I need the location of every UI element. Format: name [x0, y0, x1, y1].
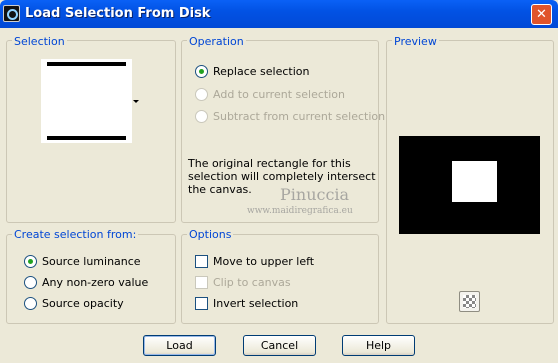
subtract-selection-label: Subtract from current selection [213, 110, 386, 123]
proof-button[interactable] [459, 291, 480, 312]
add-to-selection-radio: Add to current selection [195, 87, 345, 102]
selection-dropdown-arrow-icon[interactable] [133, 100, 139, 103]
operation-legend: Operation [187, 35, 246, 48]
thumbnail-bottom-bar [47, 136, 126, 140]
any-nonzero-radio[interactable]: Any non-zero value [24, 275, 148, 290]
replace-selection-label: Replace selection [213, 65, 310, 78]
app-icon [3, 5, 20, 22]
move-to-upper-left-checkbox[interactable]: Move to upper left [195, 254, 314, 269]
options-legend: Options [187, 228, 234, 241]
subtract-selection-radio: Subtract from current selection [195, 109, 385, 124]
selection-thumbnail[interactable] [41, 59, 132, 143]
preview-legend: Preview [392, 35, 439, 48]
watermark-name: Pinuccia [280, 185, 350, 204]
checkbox-icon[interactable] [195, 255, 208, 268]
checkbox-icon[interactable] [195, 297, 208, 310]
close-button[interactable]: ✕ [531, 4, 552, 25]
checkbox-icon [195, 276, 208, 289]
radio-icon[interactable] [24, 276, 37, 289]
watermark-url: www.maidiregrafica.eu [247, 206, 353, 216]
window-title: Load Selection From Disk [25, 6, 211, 21]
radio-icon [195, 88, 208, 101]
radio-checked-icon[interactable] [24, 255, 37, 268]
help-button[interactable]: Help [342, 335, 415, 356]
create-from-legend: Create selection from: [12, 228, 139, 241]
radio-icon[interactable] [24, 297, 37, 310]
selection-legend: Selection [12, 35, 67, 48]
title-bar: Load Selection From Disk ✕ [0, 0, 558, 28]
radio-icon [195, 110, 208, 123]
any-nonzero-label: Any non-zero value [42, 276, 149, 289]
invert-selection-label: Invert selection [213, 297, 299, 310]
checkerboard-icon [463, 295, 476, 308]
source-luminance-label: Source luminance [42, 255, 141, 268]
clip-to-canvas-checkbox: Clip to canvas [195, 275, 291, 290]
radio-checked-icon[interactable] [195, 65, 208, 78]
thumbnail-top-bar [47, 62, 126, 66]
preview-canvas [399, 136, 540, 234]
source-luminance-radio[interactable]: Source luminance [24, 254, 141, 269]
cancel-button[interactable]: Cancel [243, 335, 316, 356]
move-to-upper-left-label: Move to upper left [213, 255, 315, 268]
add-to-selection-label: Add to current selection [213, 88, 345, 101]
invert-selection-checkbox[interactable]: Invert selection [195, 296, 298, 311]
clip-to-canvas-label: Clip to canvas [213, 276, 291, 289]
load-button[interactable]: Load [143, 335, 216, 356]
replace-selection-radio[interactable]: Replace selection [195, 64, 309, 79]
source-opacity-radio[interactable]: Source opacity [24, 296, 124, 311]
source-opacity-label: Source opacity [42, 297, 124, 310]
preview-selection-rect [452, 161, 497, 202]
